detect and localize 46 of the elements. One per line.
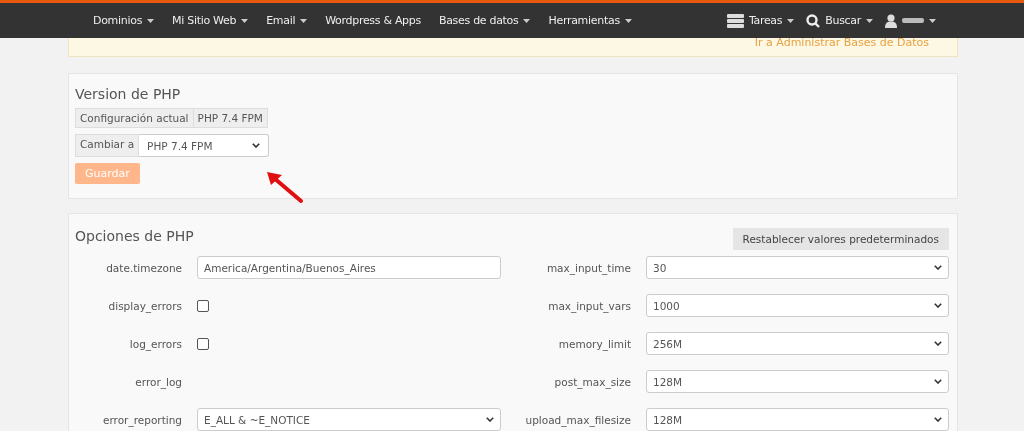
dropdown-select[interactable]: E_ALL & ~E_NOTICE bbox=[197, 408, 501, 431]
php-version-select[interactable]: PHP 7.4 FPM bbox=[139, 134, 270, 157]
server-icon bbox=[726, 13, 744, 28]
chevron-icon bbox=[934, 265, 942, 270]
redacted-username bbox=[902, 18, 924, 23]
nav-menu-item[interactable]: Tareas bbox=[720, 13, 801, 28]
checkbox[interactable] bbox=[197, 299, 209, 312]
current-config-value: PHP 7.4 FPM bbox=[193, 108, 268, 128]
reset-defaults-button[interactable]: Restablecer valores predeterminados bbox=[732, 228, 949, 250]
dropdown-select[interactable]: 256M bbox=[646, 332, 949, 355]
checkbox[interactable] bbox=[197, 337, 209, 350]
nav-menu-item[interactable]: Buscar bbox=[800, 13, 879, 28]
chevron-icon bbox=[934, 417, 942, 422]
field-label: display_errors bbox=[107, 299, 182, 312]
field-label: memory_limit bbox=[557, 337, 631, 350]
field-label: upload_max_filesize bbox=[524, 413, 631, 426]
nav-menu-item[interactable]: Mi Sitio Web bbox=[163, 14, 258, 27]
section-title: Opciones de PHP bbox=[75, 228, 194, 244]
field-label: error_reporting bbox=[102, 413, 182, 426]
chevron-icon bbox=[486, 417, 494, 422]
field-label: max_input_time bbox=[545, 261, 631, 274]
chevron-icon bbox=[252, 143, 261, 148]
nav-menu-item[interactable]: Bases de datos bbox=[429, 14, 540, 27]
search-icon bbox=[806, 13, 821, 28]
field-label: log_errors bbox=[128, 337, 182, 350]
chevron-icon bbox=[934, 341, 942, 346]
annotation-arrow-icon bbox=[265, 170, 305, 204]
current-config-label: Configuración actual bbox=[75, 108, 194, 128]
chevron-icon bbox=[934, 379, 942, 384]
field-label: post_max_size bbox=[553, 375, 631, 388]
nav-menu-item[interactable]: Dominios bbox=[84, 14, 164, 27]
dropdown-select[interactable]: 30 bbox=[646, 256, 949, 279]
dropdown-select[interactable]: 1000 bbox=[646, 294, 949, 317]
field-label: date.timezone bbox=[105, 261, 182, 274]
chevron-icon bbox=[934, 303, 942, 308]
section-title: Version de PHP bbox=[75, 86, 182, 102]
field-label: error_log bbox=[134, 375, 182, 388]
change-to-label: Cambiar a bbox=[75, 134, 140, 157]
dropdown-select[interactable]: 128M bbox=[646, 408, 949, 431]
nav-menu-item[interactable]: Wordpress & Apps bbox=[316, 14, 430, 27]
field-label: max_input_vars bbox=[547, 299, 631, 312]
nav-menu-item[interactable]: Herramientas bbox=[539, 14, 641, 27]
dropdown-select[interactable]: 128M bbox=[646, 370, 949, 393]
text-input-field[interactable]: America/Argentina/Buenos_Aires bbox=[197, 256, 501, 279]
nav-menu-item[interactable]: Email bbox=[257, 14, 317, 27]
user-icon bbox=[885, 13, 897, 28]
